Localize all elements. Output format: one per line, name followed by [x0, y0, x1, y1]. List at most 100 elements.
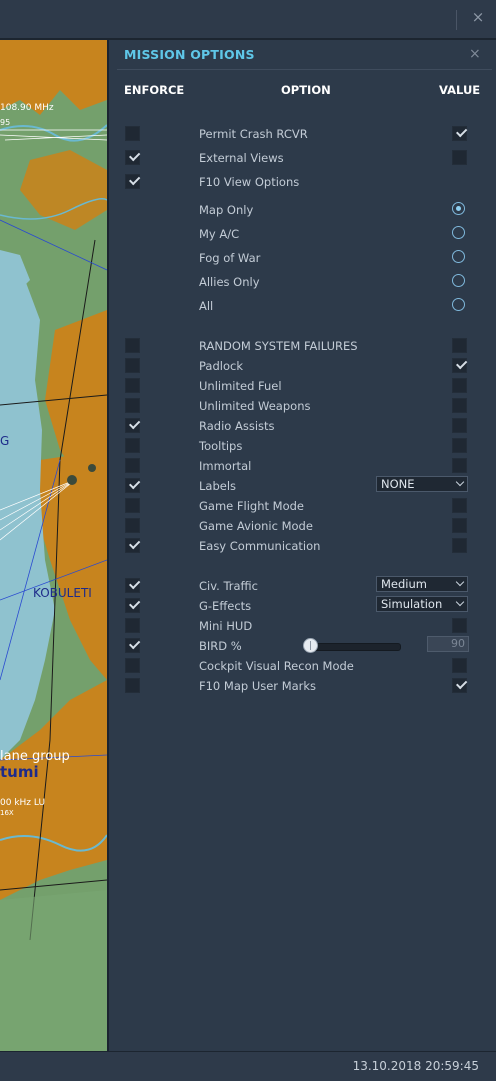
- option-label: Unlimited Weapons: [199, 399, 311, 413]
- dropdown-value: Medium: [381, 577, 427, 591]
- map-view[interactable]: 108.90 MHz 95 G KOBULETI lane group tumi…: [0, 40, 107, 1051]
- value-checkbox-f10-map-user-marks[interactable]: [452, 677, 468, 693]
- option-label: My A/C: [199, 227, 240, 241]
- map-freq-sub-label: 95: [0, 118, 10, 127]
- enforce-checkbox-permit-crash-rcvr[interactable]: [125, 126, 140, 141]
- value-checkbox-mini-hud[interactable]: [452, 618, 467, 633]
- radio-allies-only[interactable]: [452, 274, 465, 287]
- option-label: Labels: [199, 479, 237, 493]
- radio-map-only[interactable]: [452, 202, 465, 215]
- option-row-external-views: External Views: [109, 148, 496, 168]
- enforce-checkbox-cockpit-visual-recon-mode[interactable]: [125, 658, 140, 673]
- option-label: External Views: [199, 151, 284, 165]
- enforce-checkbox-immortal[interactable]: [125, 458, 140, 473]
- map-city-label: tumi: [0, 763, 39, 781]
- checkmark-icon: [456, 125, 468, 138]
- checkmark-icon: [129, 149, 141, 162]
- enforce-checkbox-radio-assists[interactable]: [125, 417, 141, 433]
- panel-close-icon[interactable]: ×: [469, 46, 481, 62]
- value-checkbox-game-avionic-mode[interactable]: [452, 518, 467, 533]
- option-row-all: All: [109, 296, 496, 316]
- option-label: F10 Map User Marks: [199, 679, 317, 693]
- enforce-checkbox-external-views[interactable]: [125, 149, 141, 165]
- enforce-checkbox-unlimited-weapons[interactable]: [125, 398, 140, 413]
- checkmark-icon: [129, 417, 141, 430]
- dropdown-labels[interactable]: NONE: [376, 476, 468, 492]
- option-row-unlimited-weapons: Unlimited Weapons: [109, 396, 496, 416]
- top-bar: ×: [0, 0, 496, 40]
- enforce-checkbox-bird[interactable]: [125, 637, 141, 653]
- option-header: OPTION: [281, 83, 331, 97]
- bird-slider-handle[interactable]: [303, 638, 318, 653]
- option-row-bird: BIRD % 90: [109, 636, 496, 656]
- checkmark-icon: [456, 677, 468, 690]
- mission-options-panel: MISSION OPTIONS × ENFORCE OPTION VALUE P…: [107, 40, 496, 1051]
- option-label: Game Avionic Mode: [199, 519, 313, 533]
- value-checkbox-unlimited-fuel[interactable]: [452, 378, 467, 393]
- dropdown-civ-traffic[interactable]: Medium: [376, 576, 468, 592]
- option-label: BIRD %: [199, 639, 242, 653]
- status-bar: 13.10.2018 20:59:45: [0, 1051, 496, 1081]
- option-label: Easy Communication: [199, 539, 321, 553]
- radio-fog-of-war[interactable]: [452, 250, 465, 263]
- dropdown-g-effects[interactable]: Simulation: [376, 596, 468, 612]
- value-checkbox-easy-communication[interactable]: [452, 538, 467, 553]
- value-checkbox-immortal[interactable]: [452, 458, 467, 473]
- enforce-checkbox-f10-view-options[interactable]: [125, 173, 141, 189]
- option-label: Unlimited Fuel: [199, 379, 282, 393]
- option-label: Permit Crash RCVR: [199, 127, 308, 141]
- chevron-down-icon: [455, 597, 465, 607]
- enforce-checkbox-civ-traffic[interactable]: [125, 577, 141, 593]
- checkmark-icon: [129, 477, 141, 490]
- value-header: VALUE: [439, 83, 481, 97]
- map-letter-label: G: [0, 434, 9, 448]
- checkmark-icon: [129, 537, 141, 550]
- option-row-allies-only: Allies Only: [109, 272, 496, 292]
- enforce-checkbox-mini-hud[interactable]: [125, 618, 140, 633]
- enforce-checkbox-game-flight-mode[interactable]: [125, 498, 140, 513]
- value-checkbox-unlimited-weapons[interactable]: [452, 398, 467, 413]
- option-row-padlock: Padlock: [109, 356, 496, 376]
- enforce-checkbox-f10-map-user-marks[interactable]: [125, 678, 140, 693]
- bird-slider-track[interactable]: [305, 643, 401, 651]
- value-checkbox-padlock[interactable]: [452, 357, 468, 373]
- option-row-labels: Labels NONE: [109, 476, 496, 496]
- map-freq-label: 108.90 MHz: [0, 103, 54, 113]
- option-label: Cockpit Visual Recon Mode: [199, 659, 354, 673]
- value-checkbox-external-views[interactable]: [452, 150, 467, 165]
- enforce-checkbox-g-effects[interactable]: [125, 597, 141, 613]
- radio-my-a-c[interactable]: [452, 226, 465, 239]
- value-checkbox-radio-assists[interactable]: [452, 418, 467, 433]
- enforce-checkbox-random-system-failures[interactable]: [125, 338, 140, 353]
- checkmark-icon: [129, 637, 141, 650]
- value-checkbox-random-system-failures[interactable]: [452, 338, 467, 353]
- value-checkbox-permit-crash-rcvr[interactable]: [452, 125, 468, 141]
- enforce-checkbox-labels[interactable]: [125, 477, 141, 493]
- option-row-fog-of-war: Fog of War: [109, 248, 496, 268]
- enforce-header: ENFORCE: [124, 83, 185, 97]
- value-checkbox-game-flight-mode[interactable]: [452, 498, 467, 513]
- top-bar-separator: [456, 10, 457, 30]
- checkmark-icon: [129, 577, 141, 590]
- enforce-checkbox-unlimited-fuel[interactable]: [125, 378, 140, 393]
- map-canvas: 108.90 MHz 95 G KOBULETI lane group tumi…: [0, 40, 107, 1051]
- value-checkbox-cockpit-visual-recon-mode[interactable]: [452, 658, 467, 673]
- radio-all[interactable]: [452, 298, 465, 311]
- datetime-display: 13.10.2018 20:59:45: [352, 1059, 479, 1073]
- option-label: Mini HUD: [199, 619, 253, 633]
- title-divider: [117, 69, 492, 70]
- option-label: All: [199, 299, 214, 313]
- option-row-game-flight-mode: Game Flight Mode: [109, 496, 496, 516]
- window-close-icon[interactable]: ×: [470, 9, 486, 25]
- option-label: Allies Only: [199, 275, 260, 289]
- option-label: G-Effects: [199, 599, 252, 613]
- chevron-down-icon: [455, 577, 465, 587]
- enforce-checkbox-easy-communication[interactable]: [125, 537, 141, 553]
- value-checkbox-tooltips[interactable]: [452, 438, 467, 453]
- option-label: Civ. Traffic: [199, 579, 258, 593]
- enforce-checkbox-game-avionic-mode[interactable]: [125, 518, 140, 533]
- option-label: Radio Assists: [199, 419, 275, 433]
- enforce-checkbox-padlock[interactable]: [125, 358, 140, 373]
- bird-value-field[interactable]: 90: [427, 636, 469, 652]
- enforce-checkbox-tooltips[interactable]: [125, 438, 140, 453]
